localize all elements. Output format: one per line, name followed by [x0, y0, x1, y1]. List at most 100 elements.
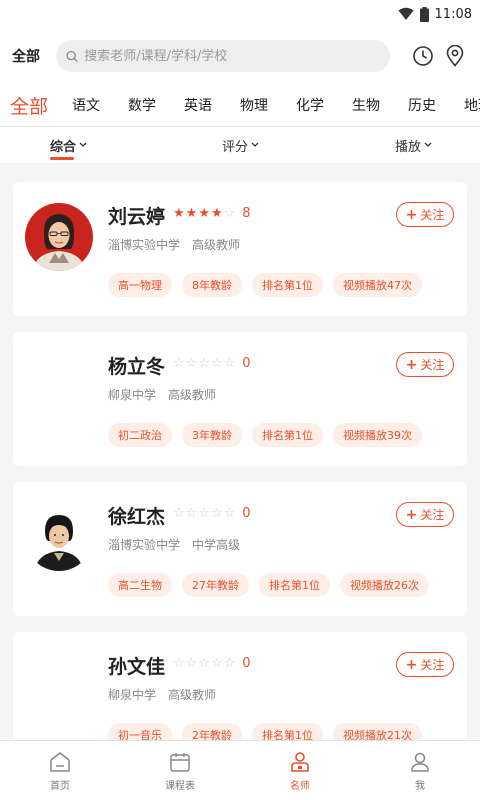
nav-me[interactable]: 我: [360, 741, 480, 800]
teacher-tags: 初一音乐 2年教龄 排名第1位 视频播放21次: [108, 723, 422, 740]
star-rating: ☆ ☆ ☆ ☆ ☆ 0: [173, 356, 251, 371]
avatar: [25, 203, 93, 271]
search-icon: [66, 50, 78, 62]
nav-label: 课程表: [165, 780, 195, 792]
teacher-meta: 柳泉中学 高级教师: [108, 386, 216, 403]
tag-experience: 2年教龄: [182, 723, 242, 740]
sort-plays[interactable]: 播放: [395, 127, 432, 163]
star-outline-icon: ☆: [198, 506, 210, 521]
teacher-title: 高级教师: [168, 388, 217, 402]
subject-tab-english[interactable]: 英语: [184, 95, 212, 115]
rating-score: 8: [242, 206, 251, 221]
tag-rank: 排名第1位: [252, 723, 323, 740]
teacher-card[interactable]: 杨立冬 ☆ ☆ ☆ ☆ ☆ 0 + 关注 柳泉中学 高级教师 初二政治 3年教龄…: [13, 332, 467, 466]
star-outline-icon: ☆: [173, 656, 185, 671]
star-outline-icon: ☆: [185, 356, 198, 371]
star-icon: ★: [185, 206, 198, 221]
follow-button[interactable]: + 关注: [396, 502, 454, 527]
star-icon: ★: [198, 206, 210, 221]
star-outline-icon: ☆: [198, 656, 210, 671]
scope-selector[interactable]: 全部: [12, 46, 40, 66]
nav-schedule[interactable]: 课程表: [120, 741, 240, 800]
search-input[interactable]: [84, 48, 380, 64]
star-icon: ★: [173, 206, 185, 221]
clock-icon[interactable]: [410, 43, 436, 69]
subject-tabs: 全部 语文 数学 英语 物理 化学 生物 历史 地理: [0, 84, 480, 126]
follow-button[interactable]: + 关注: [396, 352, 454, 377]
wifi-icon: [398, 7, 414, 20]
nav-label: 首页: [50, 780, 70, 792]
teacher-school: 淄博实验中学: [108, 538, 181, 552]
follow-button[interactable]: + 关注: [396, 202, 454, 227]
star-outline-icon: ☆: [223, 356, 236, 371]
user-icon: [411, 752, 429, 772]
plus-icon: +: [405, 656, 418, 673]
tag-rank: 排名第1位: [252, 273, 323, 297]
sort-bar: 综合 评分 播放: [0, 127, 480, 163]
sort-comprehensive[interactable]: 综合: [50, 127, 87, 163]
teacher-card[interactable]: 刘云婷 ★ ★ ★ ★ ☆ 8 + 关注 淄博实验中学 高级教师 高一物理 8年…: [13, 182, 467, 316]
follow-label: 关注: [420, 658, 445, 672]
tag-subject: 高二生物: [108, 573, 172, 597]
star-outline-icon: ☆: [210, 656, 223, 671]
tag-subject: 高一物理: [108, 273, 172, 297]
tag-experience: 8年教龄: [182, 273, 242, 297]
teacher-title: 高级教师: [168, 688, 217, 702]
rating-score: 0: [242, 356, 251, 371]
teacher-tags: 高一物理 8年教龄 排名第1位 视频播放47次: [108, 273, 422, 297]
search-box[interactable]: [56, 40, 390, 72]
nav-teachers[interactable]: 名师: [240, 741, 360, 800]
plus-icon: +: [405, 206, 418, 223]
subject-tab-biology[interactable]: 生物: [352, 95, 380, 115]
teacher-title: 高级教师: [192, 238, 241, 252]
star-rating: ☆ ☆ ☆ ☆ ☆ 0: [173, 656, 251, 671]
follow-label: 关注: [420, 358, 445, 372]
teacher-meta: 淄博实验中学 高级教师: [108, 236, 240, 253]
teacher-name: 孙文佳: [108, 656, 166, 678]
status-bar: 11:08: [0, 0, 480, 28]
chevron-down-icon: [251, 142, 259, 147]
tag-experience: 27年教龄: [182, 573, 249, 597]
calendar-icon: [170, 752, 190, 772]
home-icon: [50, 751, 70, 772]
nav-label: 名师: [290, 780, 310, 792]
subject-tab-chemistry[interactable]: 化学: [296, 95, 324, 115]
star-icon: ★: [210, 206, 223, 221]
follow-button[interactable]: + 关注: [396, 652, 454, 677]
star-rating: ☆ ☆ ☆ ☆ ☆ 0: [173, 506, 251, 521]
subject-tab-physics[interactable]: 物理: [240, 95, 268, 115]
sort-label: 评分: [222, 139, 249, 155]
subject-tab-math[interactable]: 数学: [128, 95, 156, 115]
plus-icon: +: [405, 356, 418, 373]
chevron-down-icon: [424, 142, 432, 147]
teacher-card[interactable]: 孙文佳 ☆ ☆ ☆ ☆ ☆ 0 + 关注 柳泉中学 高级教师 初一音乐 2年教龄…: [13, 632, 467, 740]
sort-label: 综合: [50, 139, 77, 155]
teacher-tags: 初二政治 3年教龄 排名第1位 视频播放39次: [108, 423, 422, 447]
tag-rank: 排名第1位: [252, 423, 323, 447]
chevron-down-icon: [79, 142, 87, 147]
subject-tab-chinese[interactable]: 语文: [72, 95, 100, 115]
subject-tab-history[interactable]: 历史: [408, 95, 436, 115]
sort-rating[interactable]: 评分: [222, 127, 259, 163]
nav-home[interactable]: 首页: [0, 741, 120, 800]
tag-experience: 3年教龄: [182, 423, 242, 447]
plus-icon: +: [405, 506, 418, 523]
teacher-card[interactable]: 徐红杰 ☆ ☆ ☆ ☆ ☆ 0 + 关注 淄博实验中学 中学高级 高二生物 27…: [13, 482, 467, 616]
teacher-name: 徐红杰: [108, 506, 166, 528]
tag-rank: 排名第1位: [259, 573, 330, 597]
subject-tab-geography[interactable]: 地理: [464, 95, 480, 115]
rating-score: 0: [242, 656, 251, 671]
teacher-school: 柳泉中学: [108, 688, 157, 702]
teacher-tags: 高二生物 27年教龄 排名第1位 视频播放26次: [108, 573, 429, 597]
star-outline-icon: ☆: [198, 356, 210, 371]
status-time: 11:08: [434, 6, 472, 22]
location-pin-icon[interactable]: [442, 43, 468, 69]
tag-subject: 初一音乐: [108, 723, 172, 740]
teacher-school: 柳泉中学: [108, 388, 157, 402]
teacher-school: 淄博实验中学: [108, 238, 181, 252]
star-rating: ★ ★ ★ ★ ☆ 8: [173, 206, 251, 221]
battery-icon: [419, 6, 429, 22]
subject-tab-all[interactable]: 全部: [10, 92, 48, 119]
star-outline-icon: ☆: [185, 656, 198, 671]
active-sort-indicator: [50, 157, 74, 160]
